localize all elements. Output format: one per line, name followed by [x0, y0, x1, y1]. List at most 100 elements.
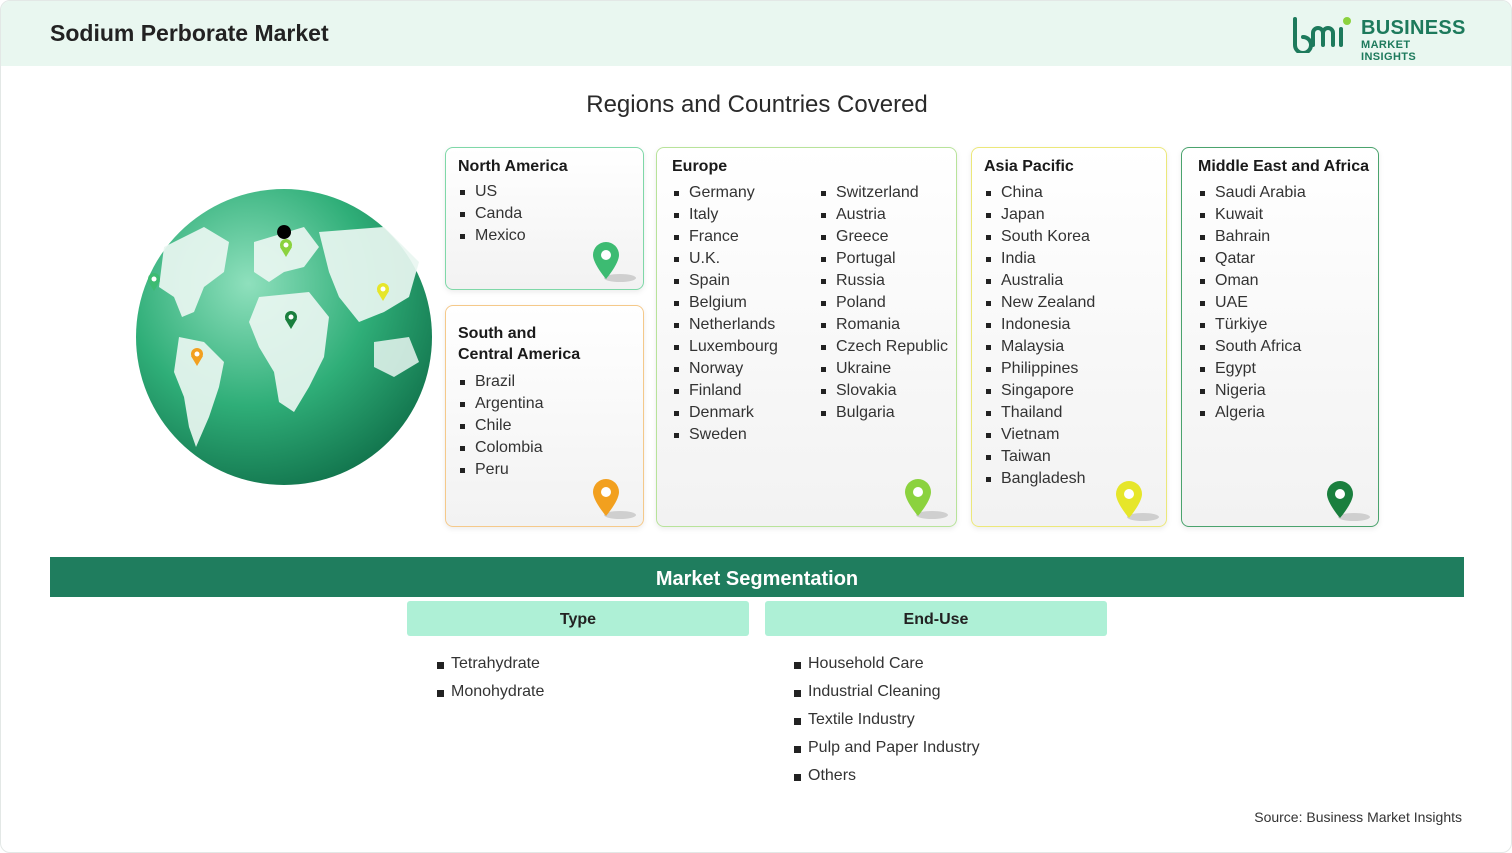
list-item: New Zealand [984, 292, 1095, 314]
infographic-frame: Sodium Perborate Market BUSINESS MARKET … [0, 0, 1512, 853]
region-card-europe: Europe Germany Italy France U.K. Spain B… [656, 147, 957, 527]
list-item: Poland [819, 292, 948, 314]
list-item: Oman [1198, 270, 1306, 292]
location-pin-icon [593, 242, 636, 282]
list-item: Australia [984, 270, 1095, 292]
list-item: Industrial Cleaning [794, 678, 980, 706]
logo-text-business: BUSINESS [1361, 17, 1466, 39]
list-item: Belgium [672, 292, 778, 314]
list-item: Luxembourg [672, 336, 778, 358]
country-list: Brazil Argentina Chile Colombia Peru [458, 371, 544, 481]
country-list: US Canda Mexico [458, 181, 526, 247]
country-list-col2: Switzerland Austria Greece Portugal Russ… [819, 182, 948, 424]
list-item: Qatar [1198, 248, 1306, 270]
list-item: Denmark [672, 402, 778, 424]
list-item: UAE [1198, 292, 1306, 314]
list-item: Italy [672, 204, 778, 226]
segment-header-type: Type [407, 601, 749, 636]
region-title-line2: Central America [458, 346, 581, 363]
country-list-col1: Germany Italy France U.K. Spain Belgium … [672, 182, 778, 446]
type-segment-list: Tetrahydrate Monohydrate [437, 650, 544, 706]
list-item: Greece [819, 226, 948, 248]
list-item: Saudi Arabia [1198, 182, 1306, 204]
list-item: South Africa [1198, 336, 1306, 358]
segment-header-end-use: End-Use [765, 601, 1107, 636]
region-title: North America [458, 158, 568, 175]
list-item: Peru [458, 459, 544, 481]
list-item: Sweden [672, 424, 778, 446]
brand-logo: BUSINESS MARKET INSIGHTS [1291, 15, 1467, 63]
list-item: Thailand [984, 402, 1095, 424]
list-item: Netherlands [672, 314, 778, 336]
list-item: Austria [819, 204, 948, 226]
list-item: Romania [819, 314, 948, 336]
list-item: Switzerland [819, 182, 948, 204]
market-segmentation-banner: Market Segmentation [50, 557, 1464, 597]
list-item: Chile [458, 415, 544, 437]
region-title: Middle East and Africa [1198, 158, 1369, 175]
list-item: Finland [672, 380, 778, 402]
location-pin-icon [1116, 481, 1159, 521]
list-item: Czech Republic [819, 336, 948, 358]
list-item: Others [794, 762, 980, 790]
region-title: Europe [672, 158, 728, 175]
region-card-asia-pacific: Asia Pacific China Japan South Korea Ind… [971, 147, 1167, 527]
list-item: Colombia [458, 437, 544, 459]
list-item: Türkiye [1198, 314, 1306, 336]
list-item: Brazil [458, 371, 544, 393]
location-pin-icon [905, 479, 948, 519]
list-item: Bulgaria [819, 402, 948, 424]
list-item: Portugal [819, 248, 948, 270]
logo-text-market-insights: MARKET INSIGHTS [1361, 39, 1417, 63]
list-item: Monohydrate [437, 678, 544, 706]
list-item: Textile Industry [794, 706, 980, 734]
list-item: Norway [672, 358, 778, 380]
country-list: China Japan South Korea India Australia … [984, 182, 1095, 490]
end-use-segment-list: Household Care Industrial Cleaning Texti… [794, 650, 980, 790]
list-item: Philippines [984, 358, 1095, 380]
list-item: Argentina [458, 393, 544, 415]
region-card-middle-east-africa: Middle East and Africa Saudi Arabia Kuwa… [1181, 147, 1379, 527]
list-item: Bangladesh [984, 468, 1095, 490]
list-item: Indonesia [984, 314, 1095, 336]
list-item: US [458, 181, 526, 203]
list-item: Egypt [1198, 358, 1306, 380]
list-item: Household Care [794, 650, 980, 678]
list-item: Ukraine [819, 358, 948, 380]
list-item: Japan [984, 204, 1095, 226]
list-item: Tetrahydrate [437, 650, 544, 678]
page-title: Sodium Perborate Market [50, 20, 329, 46]
bmi-logo-icon [1293, 17, 1351, 53]
globe-illustration [136, 189, 432, 485]
list-item: China [984, 182, 1095, 204]
location-pin-icon [593, 479, 636, 519]
location-pin-icon [1327, 481, 1370, 521]
list-item: Taiwan [984, 446, 1095, 468]
list-item: India [984, 248, 1095, 270]
list-item: Malaysia [984, 336, 1095, 358]
source-note: Source: Business Market Insights [1254, 809, 1462, 825]
list-item: Nigeria [1198, 380, 1306, 402]
list-item: Algeria [1198, 402, 1306, 424]
list-item: Vietnam [984, 424, 1095, 446]
list-item: Bahrain [1198, 226, 1306, 248]
list-item: Slovakia [819, 380, 948, 402]
list-item: Mexico [458, 225, 526, 247]
list-item: South Korea [984, 226, 1095, 248]
header-bar: Sodium Perborate Market BUSINESS MARKET … [1, 1, 1511, 66]
list-item: France [672, 226, 778, 248]
country-list: Saudi Arabia Kuwait Bahrain Qatar Oman U… [1198, 182, 1306, 424]
list-item: Singapore [984, 380, 1095, 402]
region-card-south-central-america: South and Central America Brazil Argenti… [445, 305, 644, 527]
list-item: Russia [819, 270, 948, 292]
list-item: Kuwait [1198, 204, 1306, 226]
region-card-north-america: North America US Canda Mexico [445, 147, 644, 290]
list-item: U.K. [672, 248, 778, 270]
list-item: Pulp and Paper Industry [794, 734, 980, 762]
list-item: Canda [458, 203, 526, 225]
list-item: Germany [672, 182, 778, 204]
region-title: Asia Pacific [984, 158, 1074, 175]
list-item: Spain [672, 270, 778, 292]
regions-heading: Regions and Countries Covered [586, 91, 928, 118]
region-title-line1: South and [458, 325, 537, 342]
